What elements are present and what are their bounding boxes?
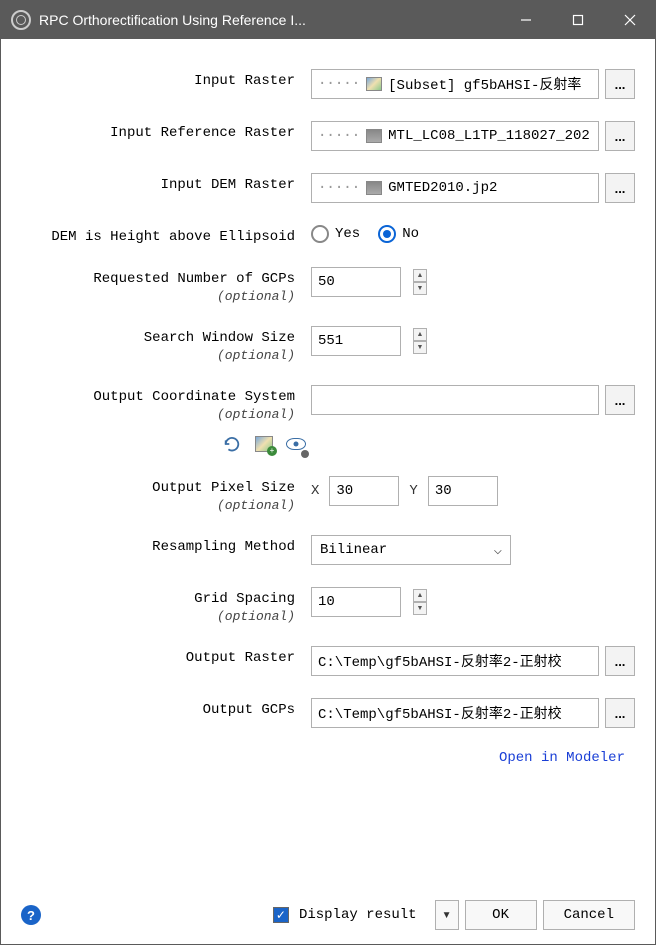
output-crs-input[interactable] bbox=[311, 385, 599, 415]
pixel-x-label: X bbox=[311, 483, 319, 499]
search-window-input[interactable] bbox=[311, 326, 401, 356]
dem-ellipsoid-label: DEM is Height above Ellipsoid bbox=[21, 225, 311, 245]
gcps-spin-down[interactable]: ▼ bbox=[413, 282, 427, 295]
chevron-down-icon: ⌵ bbox=[494, 542, 502, 559]
crs-tool-icons: + bbox=[221, 434, 635, 454]
output-gcps-label: Output GCPs bbox=[21, 698, 311, 718]
input-reference-field[interactable]: ····· MTL_LC08_L1TP_118027_202 bbox=[311, 121, 599, 151]
pixel-y-input[interactable] bbox=[428, 476, 498, 506]
ok-button[interactable]: OK bbox=[465, 900, 537, 930]
search-window-label: Search Window Size (optional) bbox=[21, 326, 311, 363]
gcps-spin-up[interactable]: ▲ bbox=[413, 269, 427, 282]
resampling-select[interactable]: Bilinear ⌵ bbox=[311, 535, 511, 565]
maximize-button[interactable] bbox=[563, 5, 593, 35]
dem-ellipsoid-radio-group: Yes No bbox=[311, 225, 419, 243]
resampling-value: Bilinear bbox=[320, 542, 387, 558]
optional-label: (optional) bbox=[21, 348, 295, 363]
input-reference-label: Input Reference Raster bbox=[21, 121, 311, 141]
input-raster-field[interactable]: ····· [Subset] gf5bAHSI-反射率 bbox=[311, 69, 599, 99]
output-raster-label: Output Raster bbox=[21, 646, 311, 666]
input-raster-label: Input Raster bbox=[21, 69, 311, 89]
optional-label: (optional) bbox=[21, 609, 295, 624]
raster-icon bbox=[366, 77, 382, 91]
search-spin-down[interactable]: ▼ bbox=[413, 341, 427, 354]
resampling-label: Resampling Method bbox=[21, 535, 311, 555]
output-crs-browse[interactable]: ... bbox=[605, 385, 635, 415]
grid-spacing-label: Grid Spacing (optional) bbox=[21, 587, 311, 624]
pixel-x-input[interactable] bbox=[329, 476, 399, 506]
titlebar: RPC Orthorectification Using Reference I… bbox=[1, 1, 655, 39]
input-raster-value: [Subset] gf5bAHSI-反射率 bbox=[388, 74, 581, 94]
raster-icon bbox=[366, 181, 382, 195]
input-dem-browse[interactable]: ... bbox=[605, 173, 635, 203]
optional-label: (optional) bbox=[21, 289, 295, 304]
radio-no-label: No bbox=[402, 226, 419, 242]
app-icon bbox=[11, 10, 31, 30]
dem-ellipsoid-no[interactable]: No bbox=[378, 225, 419, 243]
dialog-content: Input Raster ····· [Subset] gf5bAHSI-反射率… bbox=[1, 39, 655, 892]
help-icon[interactable]: ? bbox=[21, 905, 41, 925]
input-reference-browse[interactable]: ... bbox=[605, 121, 635, 151]
dialog-window: RPC Orthorectification Using Reference I… bbox=[0, 0, 656, 945]
display-result-label: Display result bbox=[299, 907, 417, 923]
radio-yes-label: Yes bbox=[335, 226, 360, 242]
input-reference-value: MTL_LC08_L1TP_118027_202 bbox=[388, 128, 590, 144]
dem-ellipsoid-yes[interactable]: Yes bbox=[311, 225, 360, 243]
cancel-button[interactable]: Cancel bbox=[543, 900, 635, 930]
output-gcps-input[interactable] bbox=[311, 698, 599, 728]
open-in-modeler-link[interactable]: Open in Modeler bbox=[21, 750, 635, 766]
preview-icon[interactable] bbox=[285, 434, 307, 454]
input-raster-browse[interactable]: ... bbox=[605, 69, 635, 99]
grid-spacing-input[interactable] bbox=[311, 587, 401, 617]
ok-dropdown[interactable]: ▼ bbox=[435, 900, 459, 930]
tree-indent: ····· bbox=[318, 76, 360, 92]
grid-spin-up[interactable]: ▲ bbox=[413, 589, 427, 602]
refresh-icon[interactable] bbox=[221, 434, 243, 454]
requested-gcps-label: Requested Number of GCPs (optional) bbox=[21, 267, 311, 304]
grid-spin-down[interactable]: ▼ bbox=[413, 602, 427, 615]
raster-add-icon[interactable]: + bbox=[253, 434, 275, 454]
display-result-checkbox[interactable]: ✓ bbox=[273, 907, 289, 923]
pixel-y-label: Y bbox=[409, 483, 417, 499]
output-crs-label: Output Coordinate System (optional) bbox=[21, 385, 311, 422]
output-pixel-label: Output Pixel Size (optional) bbox=[21, 476, 311, 513]
raster-icon bbox=[366, 129, 382, 143]
radio-icon bbox=[311, 225, 329, 243]
input-dem-label: Input DEM Raster bbox=[21, 173, 311, 193]
radio-icon bbox=[378, 225, 396, 243]
input-dem-field[interactable]: ····· GMTED2010.jp2 bbox=[311, 173, 599, 203]
input-dem-value: GMTED2010.jp2 bbox=[388, 180, 497, 196]
close-button[interactable] bbox=[615, 5, 645, 35]
tree-indent: ····· bbox=[318, 128, 360, 144]
minimize-button[interactable] bbox=[511, 5, 541, 35]
requested-gcps-input[interactable] bbox=[311, 267, 401, 297]
window-title: RPC Orthorectification Using Reference I… bbox=[39, 12, 491, 28]
tree-indent: ····· bbox=[318, 180, 360, 196]
search-spin-up[interactable]: ▲ bbox=[413, 328, 427, 341]
dialog-footer: ? ✓ Display result ▼ OK Cancel bbox=[1, 892, 655, 944]
output-raster-input[interactable] bbox=[311, 646, 599, 676]
output-raster-browse[interactable]: ... bbox=[605, 646, 635, 676]
optional-label: (optional) bbox=[21, 407, 295, 422]
output-gcps-browse[interactable]: ... bbox=[605, 698, 635, 728]
optional-label: (optional) bbox=[21, 498, 295, 513]
window-controls bbox=[511, 5, 645, 35]
